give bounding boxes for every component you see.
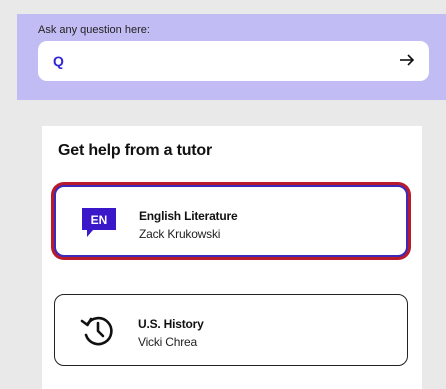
arrow-right-icon[interactable] [399,51,415,69]
card-text: U.S. History Vicki Chrea [138,317,204,350]
ask-question-label: Ask any question here: [38,24,150,36]
card-tutor-name: Zack Krukowski [139,227,221,241]
ask-question-input[interactable]: Q [38,41,429,81]
page: Ask any question here: Q Get help from a… [0,0,446,389]
card-tutor-name: Vicki Chrea [138,335,197,349]
speech-bubble-icon: EN [82,208,116,237]
badge-text: EN [91,213,108,227]
tutor-card-us-history[interactable]: U.S. History Vicki Chrea [54,294,408,366]
question-prefix: Q [53,53,64,69]
tutor-card-english-literature[interactable]: EN English Literature Zack Krukowski [54,185,408,257]
card-subject: English Literature [139,209,238,223]
tutor-panel: Get help from a tutor EN English Literat… [42,126,422,389]
card-subject: U.S. History [138,317,204,331]
ask-question-panel: Ask any question here: Q [17,14,446,100]
history-clock-icon [80,316,113,346]
tutor-section-title: Get help from a tutor [58,142,213,159]
card-text: English Literature Zack Krukowski [139,209,238,242]
